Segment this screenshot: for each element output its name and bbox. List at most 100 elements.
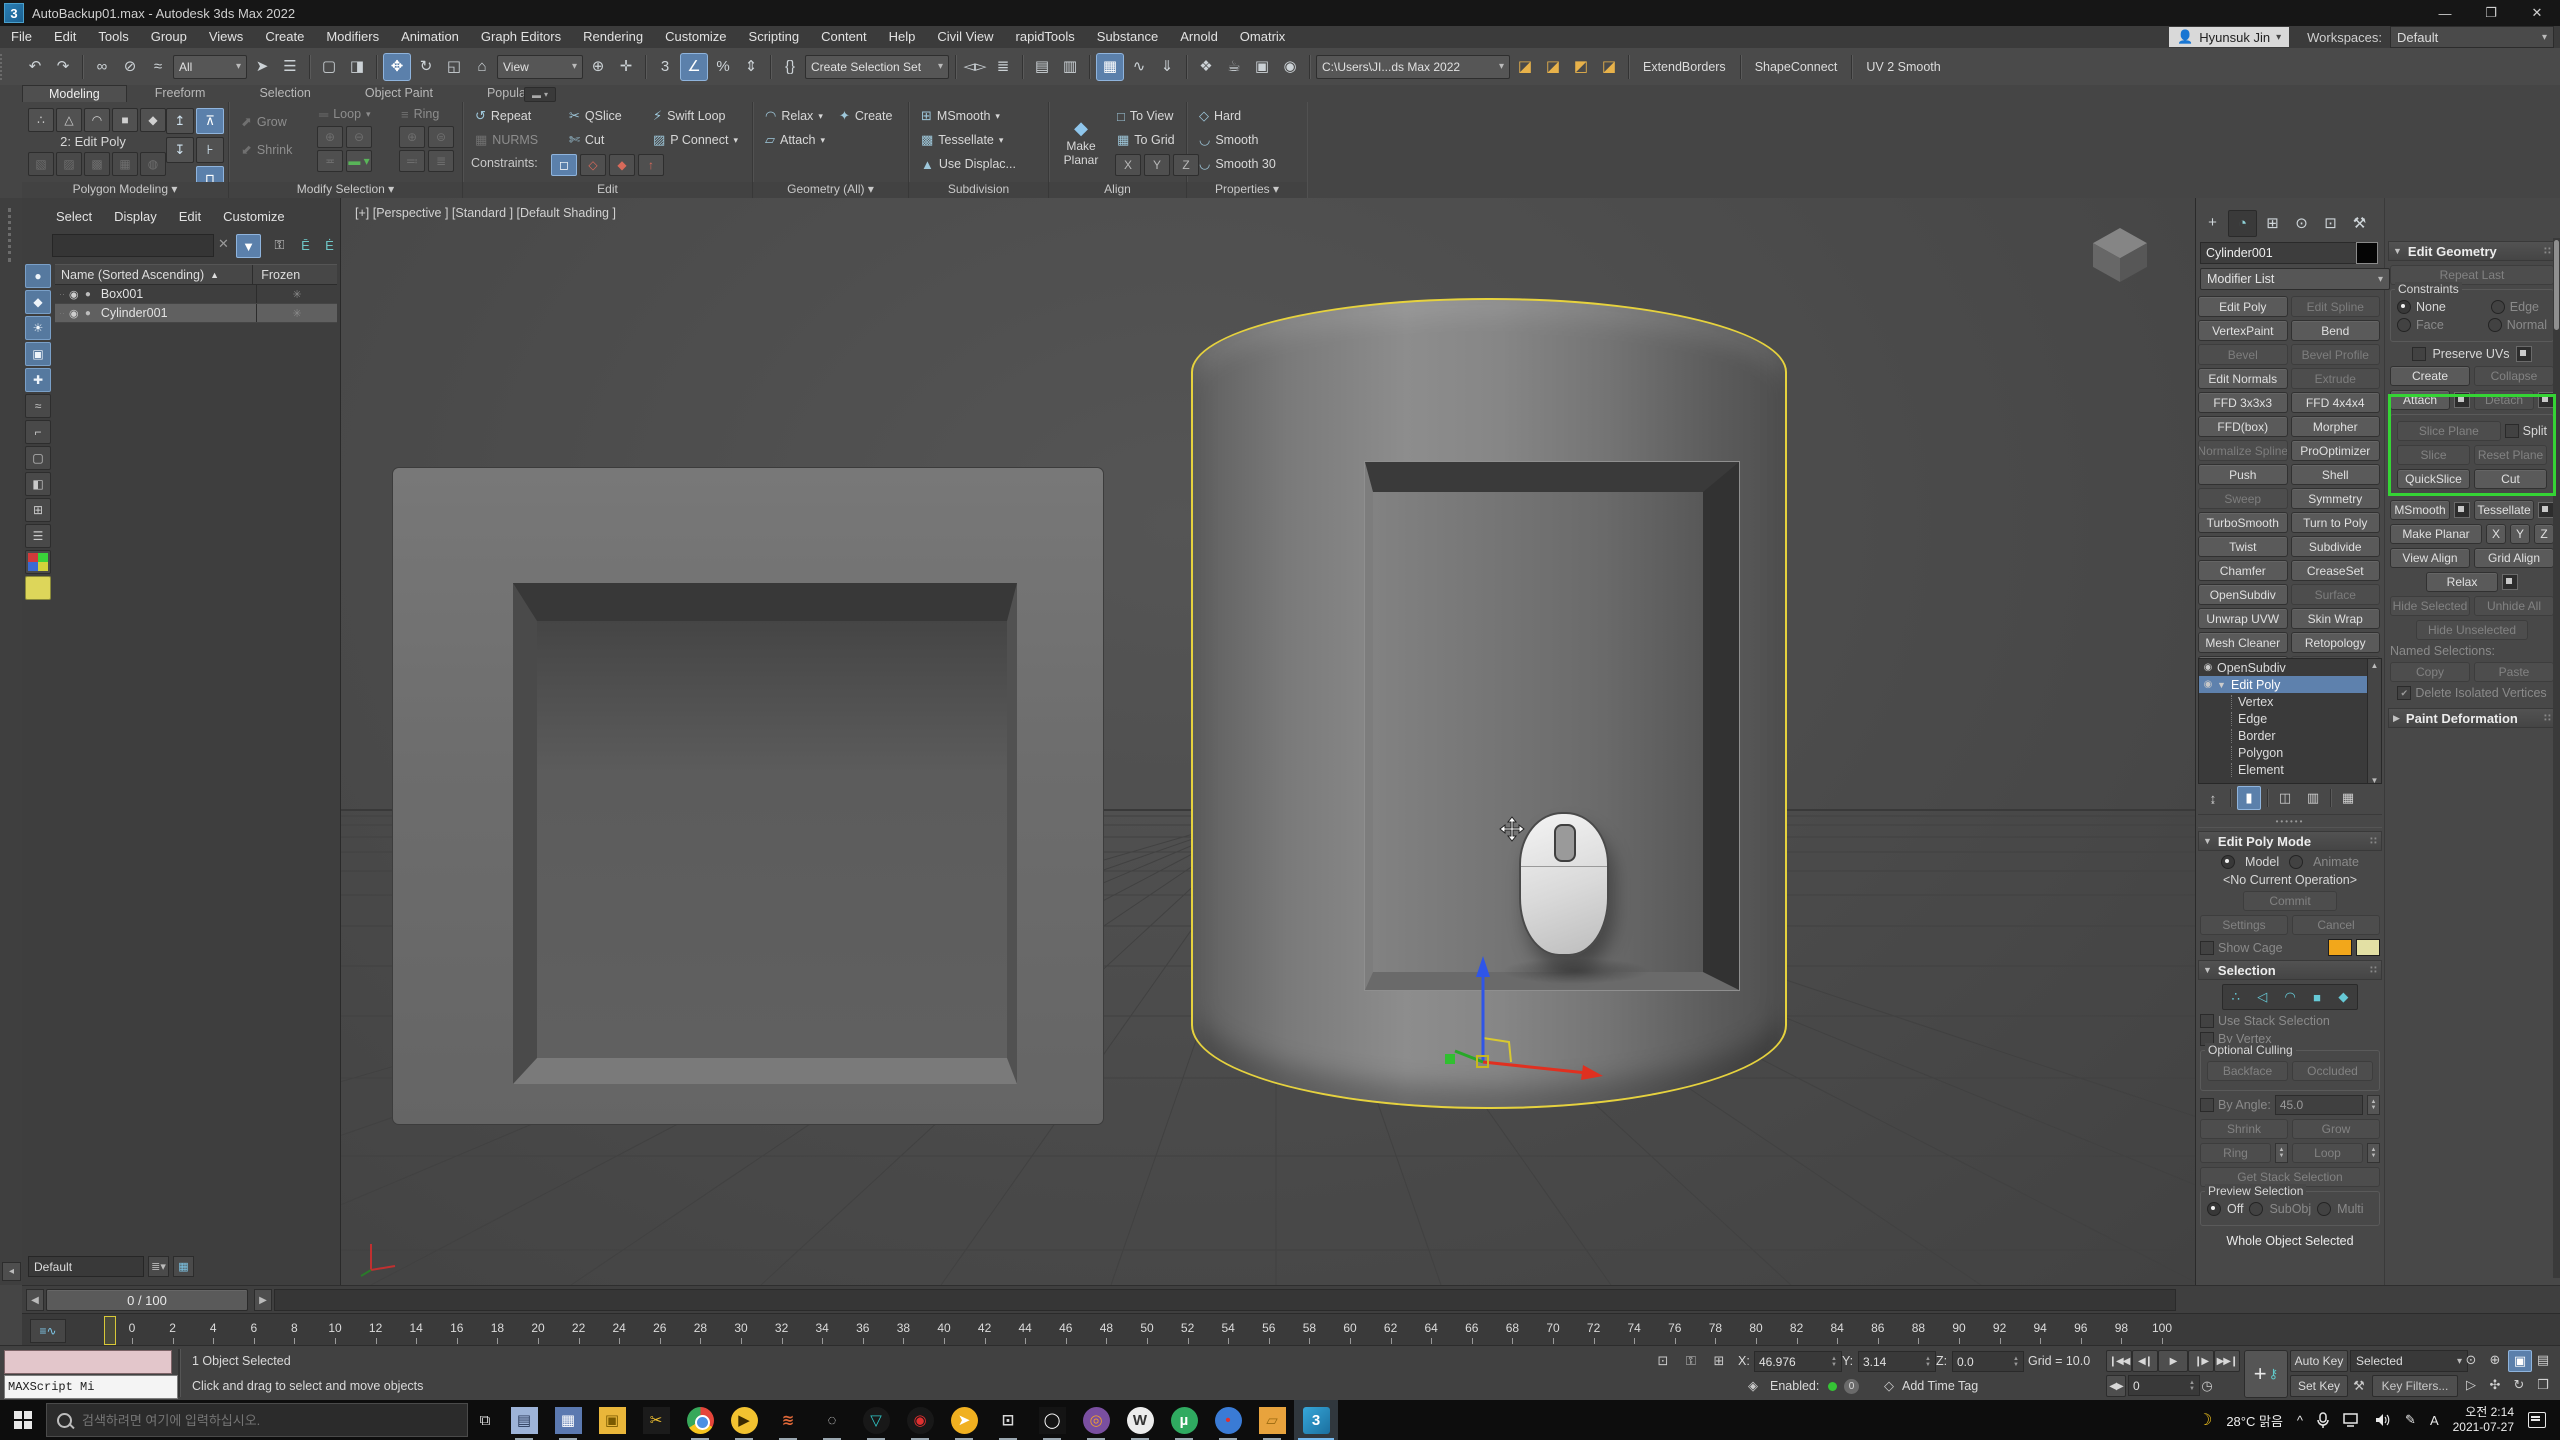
smooth-30-button[interactable]: ◡Smooth 30 [1195,154,1280,174]
modifier-button-edit-poly[interactable]: Edit Poly [2198,296,2288,317]
ring-button[interactable]: Ring [2200,1143,2271,1163]
panel-caption-properties[interactable]: Properties ▾ [1187,182,1307,198]
pen-icon[interactable]: ✎ [2405,1412,2416,1428]
toolbar-edit-named-selection-sets-icon[interactable]: {} [777,54,803,80]
explorer-search-input[interactable] [52,234,214,257]
menu-graph-editors[interactable]: Graph Editors [470,26,572,48]
hidden-icons-chevron[interactable]: ^ [2297,1413,2303,1428]
set-keys-button[interactable]: +⚷ [2244,1350,2288,1398]
modifier-button-symmetry[interactable]: Symmetry [2291,488,2381,509]
constraint-face-button[interactable]: ◆ [609,154,635,176]
collapse-button[interactable]: Collapse [2474,366,2554,386]
sel-polygon-icon[interactable]: ■ [2313,990,2321,1005]
nurms-button[interactable]: ▦NURMS [471,130,542,150]
modifier-button-ffd-4x4x4[interactable]: FFD 4x4x4 [2291,392,2381,413]
microphone-icon[interactable] [2317,1412,2329,1428]
commit-button[interactable]: Commit [2243,891,2337,911]
cage-edge-color-swatch[interactable] [2356,939,2380,956]
task-view-icon[interactable]: ⧉ [468,1400,502,1440]
visibility-eye-icon[interactable]: ◉ [69,288,85,301]
viewport-label[interactable]: [+] [Perspective ] [Standard ] [Default … [355,206,616,220]
drag-element-icon[interactable]: ◍ [140,152,166,176]
display-color-palette-icon[interactable] [25,550,51,574]
toolbar-render-production-icon[interactable]: ◉ [1277,54,1303,80]
minimize-button[interactable]: — [2422,0,2468,26]
modifier-button-bevel-profile[interactable]: Bevel Profile [2291,344,2381,365]
menu-customize[interactable]: Customize [654,26,737,48]
app-camera-tool[interactable]: ◎ [1074,1400,1118,1440]
panel-caption-geometry[interactable]: Geometry (All) ▾ [753,182,908,198]
dot-loop-button[interactable]: ▬ ▾ [346,150,372,172]
time-tag-icon[interactable]: ◇ [1878,1375,1900,1397]
panel-caption-modify-selection[interactable]: Modify Selection ▾ [229,182,462,198]
ring-shrink-button[interactable]: ⊜ [428,126,454,148]
loop-spinner[interactable]: ▲▼ [2367,1143,2380,1163]
explorer-menu-select[interactable]: Select [56,206,92,228]
workspace-dropdown[interactable]: Default ▾ [2390,26,2554,48]
flat-view-icon[interactable]: Ė [318,234,341,256]
cancel-button[interactable]: Cancel [2292,915,2380,935]
filter-space-warps-icon[interactable]: ≈ [25,394,51,418]
app-display-tool[interactable]: ⊡ [986,1400,1030,1440]
menu-create[interactable]: Create [254,26,315,48]
panel-caption-subdivision[interactable]: Subdivision [909,182,1048,198]
occluded-button[interactable]: Occluded [2292,1061,2373,1081]
toolbar-selection-filter-dropdown[interactable]: All▾ [173,55,247,79]
add-time-tag-text[interactable]: Add Time Tag [1902,1379,1978,1393]
filter-materials-icon[interactable]: ◧ [25,472,51,496]
visibility-eye-icon[interactable]: ◉ [2199,662,2217,673]
use-stack-selection-checkbox[interactable] [2200,1014,2214,1028]
lock-explorer-icon[interactable]: ⚿ [268,234,291,256]
edit-poly-mode-header[interactable]: ▼ Edit Poly Mode ∷ [2198,831,2382,851]
selection-lock-icon[interactable]: ⚿ [1680,1350,1702,1372]
grid-align-button[interactable]: Grid Align [2474,548,2554,568]
visibility-eye-icon[interactable]: ◉ [69,307,85,320]
toolbar-angle-snap-toggle-icon[interactable]: ∠ [680,53,708,81]
sel-vertex-icon[interactable]: ∴ [2232,989,2240,1005]
toolbar-material-editor-icon[interactable]: ❖ [1193,54,1219,80]
visibility-eye-icon[interactable]: ◉ [2199,679,2217,690]
swift-loop-button[interactable]: ⚡Swift Loop [649,106,730,126]
ribbon-tab-modeling[interactable]: Modeling [22,85,127,102]
sel-border-icon[interactable]: ◠ [2285,989,2296,1005]
toolbar-rectangular-selection-region-icon[interactable]: ▢ [316,54,342,80]
toolbar-select-and-link-icon[interactable]: ∞ [89,54,115,80]
loop-shrink-button[interactable]: ⊖ [346,126,372,148]
modifier-button-bend[interactable]: Bend [2291,320,2381,341]
attach-button[interactable]: ▱Attach ▾ [761,130,829,150]
ribbon-minimize-button[interactable]: ▬▾ [524,87,556,102]
sel-edge-icon[interactable]: ◁ [2257,989,2267,1005]
filter-shapes-icon[interactable]: ◆ [25,290,51,314]
toolbar-toggle-layer-explorer-icon[interactable]: ▥ [1057,54,1083,80]
app-audio-tool[interactable]: ≋ [766,1400,810,1440]
modifier-button-shell[interactable]: Shell [2291,464,2381,485]
toolbar-extendborders-macro-button[interactable]: ExtendBorders [1635,55,1734,79]
loop-button[interactable]: Loop [2292,1143,2363,1163]
tessellate-button[interactable]: ▩Tessellate ▾ [917,130,1007,150]
key-filters-icon[interactable]: ⚒ [2348,1375,2370,1397]
explorer-list-options-icon[interactable]: ≣▾ [148,1256,169,1277]
stack-scrollbar[interactable]: ▲▼ [2367,659,2381,784]
configure-modifier-sets-icon[interactable]: ▦ [2337,787,2359,809]
app-sticky-notes[interactable]: ▣ [590,1400,634,1440]
adaptive-degradation-icon[interactable]: ◈ [1742,1375,1764,1397]
align-y-button[interactable]: Y [1144,154,1170,176]
modifier-button-prooptimizer[interactable]: ProOptimizer [2291,440,2381,461]
shrink-button[interactable]: ⬋Shrink [237,140,296,160]
orbit-icon[interactable]: ↻ [2508,1375,2530,1395]
next-key-button[interactable]: ❙▶ [2188,1350,2214,1372]
relax-settings-icon[interactable] [2502,574,2518,590]
previous-frame-button[interactable]: ◀ [26,1289,44,1311]
toolbar-spinner-snap-toggle-icon[interactable]: ⇕ [738,54,764,80]
app-pointer-tool[interactable]: ➤ [942,1400,986,1440]
modifier-button-mesh-cleaner[interactable]: Mesh Cleaner [2198,632,2288,653]
make-unique-icon[interactable]: ◫ [2274,787,2296,809]
weather-temp-text[interactable]: 28°C 맑음 [2226,1411,2283,1430]
preview-subobj-radio[interactable] [2249,1202,2263,1216]
modifier-list-dropdown[interactable]: Modifier List▾ [2200,268,2390,290]
modifier-button-twist[interactable]: Twist [2198,536,2288,557]
drag-vertex-icon[interactable]: ▧ [28,152,54,176]
app-recorder[interactable]: ◉ [898,1400,942,1440]
filter-containers-icon[interactable]: ▢ [25,446,51,470]
drag-border-icon[interactable]: ▩ [84,152,110,176]
